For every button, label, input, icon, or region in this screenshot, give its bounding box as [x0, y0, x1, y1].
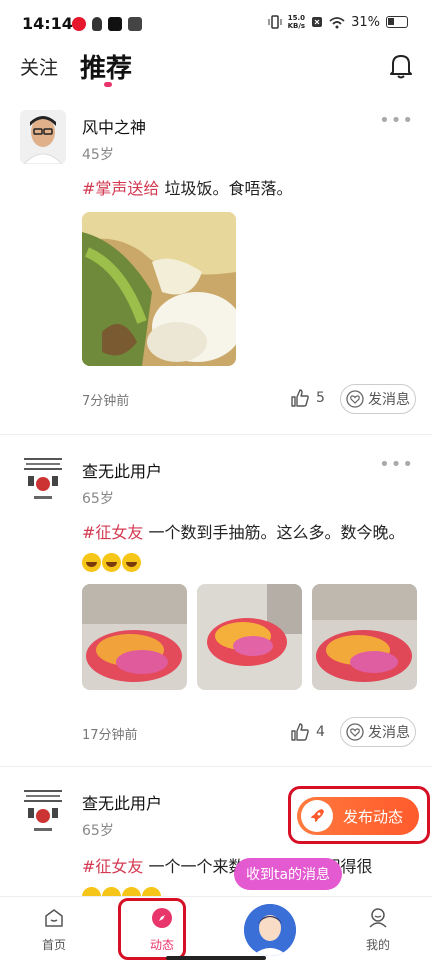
post-photo[interactable]: [82, 584, 187, 690]
nav-home[interactable]: 首页: [24, 907, 84, 953]
topic-tag[interactable]: #掌声送给: [82, 179, 159, 198]
post-body: 一个数到手抽筋。这么多。数今晚。: [143, 523, 405, 542]
post-text: #掌声送给 垃圾饭。食唔落。: [82, 174, 416, 203]
bell-icon[interactable]: [388, 52, 414, 80]
nav-highlight-box: [118, 898, 186, 960]
net-speed: 15.0 KB/s: [288, 14, 305, 30]
send-message-button[interactable]: 发消息: [340, 384, 416, 414]
laughing-emoji-icon: [102, 887, 121, 896]
post-time: 7分钟前: [82, 394, 130, 409]
avatar[interactable]: [20, 110, 66, 164]
active-tab-indicator: [104, 82, 112, 87]
send-message-label: 发消息: [368, 392, 410, 408]
send-message-label: 发消息: [368, 725, 410, 741]
system-icons: 15.0 KB/s 31%: [268, 14, 408, 30]
message-tooltip[interactable]: 收到ta的消息: [234, 858, 342, 890]
laughing-emoji-icon: [122, 553, 141, 572]
username[interactable]: 查无此用户: [82, 790, 162, 814]
like-count: 4: [316, 724, 325, 740]
tab-follow[interactable]: 关注: [20, 53, 58, 80]
publish-highlight-box: 发布动态: [288, 786, 430, 844]
avatar[interactable]: [20, 786, 66, 840]
laughing-emoji-icon: [82, 887, 101, 896]
heart-chat-icon: [346, 723, 364, 741]
user-icon: [369, 908, 387, 928]
top-tabs: 关注 推荐: [0, 44, 432, 92]
more-options-icon[interactable]: •••: [379, 454, 414, 475]
status-time: 14:14: [22, 14, 73, 33]
topic-tag[interactable]: #征女友: [82, 523, 143, 542]
post-card[interactable]: 查无此用户 65岁 ••• #征女友 一个数到手抽筋。这么多。数今晚。 17分钟…: [0, 444, 432, 766]
battery-icon: [386, 16, 408, 28]
user-age: 65岁: [82, 823, 114, 839]
like-button[interactable]: 4: [290, 722, 325, 742]
post-body: 垃圾饭。食唔落。: [159, 179, 293, 198]
topic-tag[interactable]: #征女友: [82, 857, 143, 876]
laughing-emoji-icon: [82, 553, 101, 572]
more-options-icon[interactable]: •••: [379, 110, 414, 131]
divider: [0, 766, 432, 767]
post-text: #征女友 一个数到手抽筋。这么多。数今晚。: [82, 518, 416, 576]
thumbs-up-icon: [291, 389, 309, 407]
publish-post-button[interactable]: 发布动态: [297, 797, 419, 835]
post-photo[interactable]: [82, 212, 236, 366]
nav-mine-label: 我的: [365, 938, 390, 952]
post-photo[interactable]: [312, 584, 417, 690]
post-card[interactable]: 风中之神 45岁 ••• #掌声送给 垃圾饭。食唔落。 7分钟前 5 发消息: [0, 100, 432, 434]
post-time: 17分钟前: [82, 728, 138, 743]
divider: [0, 434, 432, 435]
heart-chat-icon: [346, 390, 364, 408]
app-icon: [128, 17, 142, 31]
center-avatar-button[interactable]: [244, 904, 296, 956]
publish-post-label: 发布动态: [343, 807, 404, 826]
rocket-icon: [301, 800, 333, 832]
vibrate-icon: [268, 15, 282, 29]
net-speed-unit: KB/s: [287, 22, 306, 30]
status-bar: 14:14 15.0 KB/s 31%: [0, 0, 432, 50]
tab-recommend[interactable]: 推荐: [80, 48, 132, 85]
wifi-icon: [329, 16, 345, 28]
tiktok-icon: [108, 17, 122, 31]
laughing-emoji-icon: [102, 553, 121, 572]
bottom-nav: 首页 动态 我的: [0, 896, 432, 964]
weibo-icon: [72, 17, 86, 31]
home-icon: [45, 909, 63, 927]
net-speed-value: 15.0: [287, 14, 305, 22]
notification-icons: [72, 17, 142, 31]
username[interactable]: 查无此用户: [82, 458, 162, 482]
send-message-button[interactable]: 发消息: [340, 717, 416, 747]
thumbs-up-icon: [291, 723, 309, 741]
like-button[interactable]: 5: [290, 388, 325, 408]
laughing-emoji-icon: [142, 887, 161, 896]
like-count: 5: [316, 390, 325, 406]
user-age: 65岁: [82, 491, 114, 507]
bulb-icon: [92, 17, 102, 31]
battery-percent: 31%: [351, 14, 380, 30]
avatar[interactable]: [20, 454, 66, 508]
sim-icon: [312, 17, 323, 27]
home-indicator: [166, 956, 266, 960]
post-photo[interactable]: [197, 584, 302, 690]
username[interactable]: 风中之神: [82, 114, 146, 138]
nav-home-label: 首页: [41, 938, 66, 952]
nav-mine[interactable]: 我的: [348, 907, 408, 953]
user-age: 45岁: [82, 147, 114, 163]
laughing-emoji-icon: [122, 887, 141, 896]
